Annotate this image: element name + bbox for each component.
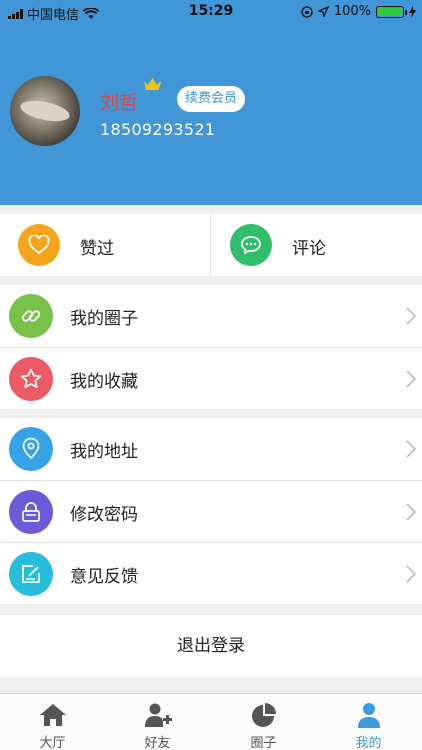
battery-icon xyxy=(376,5,407,18)
menu-item-label: 我的收藏 xyxy=(70,372,138,392)
menu-item-change-password[interactable]: 修改密码 xyxy=(0,480,422,542)
chevron-right-icon xyxy=(406,503,416,521)
menu-item-my-favorites[interactable]: 我的收藏 xyxy=(0,347,422,409)
home-icon xyxy=(40,704,66,726)
lock-icon xyxy=(9,490,53,534)
tab-label: 好友 xyxy=(144,736,171,750)
bottom-tab-bar: 大厅 好友 圈子 我的 xyxy=(0,693,422,750)
liked-button[interactable]: 赞过 xyxy=(0,214,210,276)
menu-item-label: 我的地址 xyxy=(70,442,138,462)
tab-label: 我的 xyxy=(355,736,382,750)
comments-button[interactable]: 评论 xyxy=(212,214,422,276)
menu-item-label: 修改密码 xyxy=(70,505,138,525)
menu-item-label: 意见反馈 xyxy=(70,567,138,587)
chat-bubble-icon xyxy=(230,224,272,266)
feedback-edit-icon xyxy=(9,552,53,596)
logout-button[interactable]: 退出登录 xyxy=(0,615,422,677)
link-icon xyxy=(9,294,53,338)
menu-item-label: 我的圈子 xyxy=(70,309,138,329)
chevron-right-icon xyxy=(406,565,416,583)
tab-hall[interactable]: 大厅 xyxy=(0,694,105,750)
tab-friends[interactable]: 好友 xyxy=(105,694,210,750)
location-pin-icon xyxy=(9,427,53,471)
add-friend-icon xyxy=(145,703,172,727)
tab-circles[interactable]: 圈子 xyxy=(211,694,316,750)
menu-group-social: 我的圈子 我的收藏 xyxy=(0,285,422,409)
tab-mine[interactable]: 我的 xyxy=(316,694,421,750)
menu-group-account: 我的地址 修改密码 意见反馈 xyxy=(0,418,422,604)
liked-label: 赞过 xyxy=(80,239,114,259)
location-arrow-icon xyxy=(317,6,329,17)
profile-header: 中国电信 15:29 100% 刘哲 续费会员 18509293521 xyxy=(0,0,422,205)
pie-chart-icon xyxy=(252,703,276,727)
chevron-right-icon xyxy=(406,370,416,388)
charging-icon xyxy=(409,5,416,18)
status-bar: 中国电信 15:29 100% xyxy=(0,0,422,24)
heart-icon xyxy=(18,224,60,266)
renew-membership-button[interactable]: 续费会员 xyxy=(177,86,246,112)
menu-item-my-address[interactable]: 我的地址 xyxy=(0,418,422,480)
battery-percent: 100% xyxy=(333,4,371,19)
comments-label: 评论 xyxy=(292,239,326,259)
star-icon xyxy=(9,357,53,401)
menu-item-my-circles[interactable]: 我的圈子 xyxy=(0,285,422,347)
rotation-lock-icon xyxy=(301,5,313,18)
person-icon xyxy=(358,703,380,728)
tab-label: 圈子 xyxy=(250,736,277,750)
username: 刘哲 xyxy=(100,92,139,114)
divider xyxy=(210,214,211,276)
phone-number: 18509293521 xyxy=(100,120,216,139)
avatar[interactable] xyxy=(10,76,80,146)
crown-icon xyxy=(144,78,161,90)
chevron-right-icon xyxy=(406,440,416,458)
tab-label: 大厅 xyxy=(39,736,66,750)
menu-item-feedback[interactable]: 意见反馈 xyxy=(0,542,422,604)
activity-row: 赞过 评论 xyxy=(0,214,422,276)
chevron-right-icon xyxy=(406,307,416,325)
